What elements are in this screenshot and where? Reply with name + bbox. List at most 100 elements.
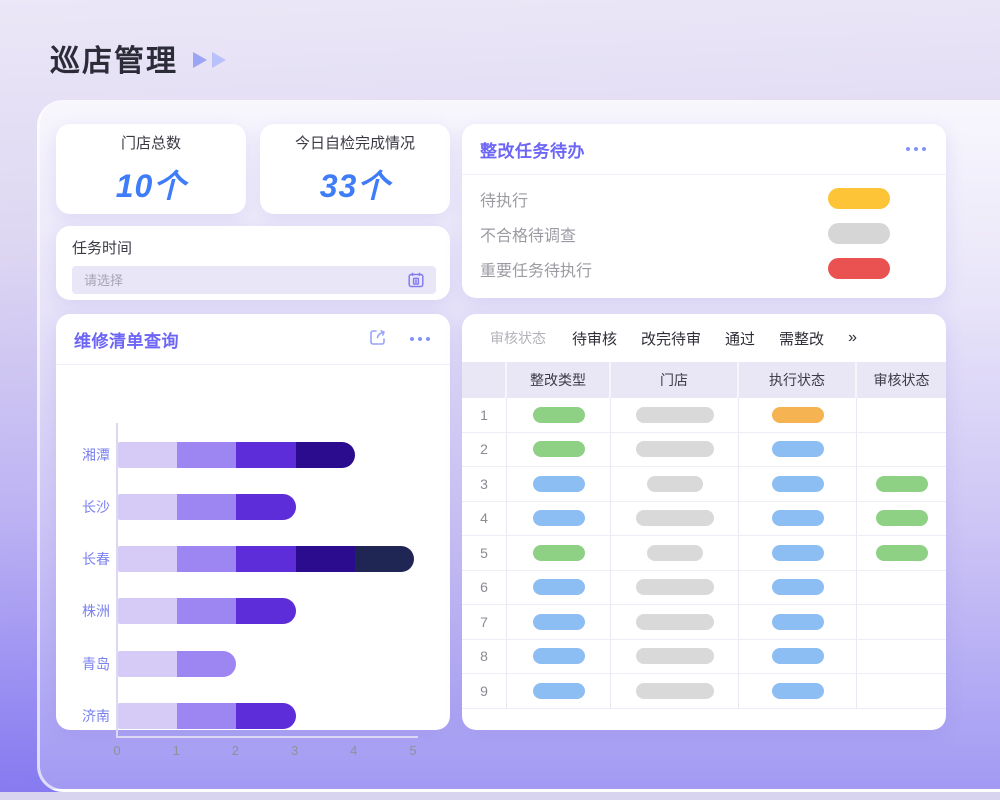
status-pill: [772, 683, 824, 699]
column-header: [462, 362, 507, 398]
bar-segment: [118, 546, 177, 572]
table-cell: [857, 433, 946, 468]
row-number: 3: [462, 467, 507, 502]
stacked-bar[interactable]: [118, 598, 296, 624]
stat-value: 10个: [116, 161, 187, 207]
todo-label: 不合格待调查: [480, 222, 576, 246]
column-header: 门店: [611, 362, 739, 398]
bar-segment: [177, 703, 236, 729]
category-label: 长沙: [66, 497, 110, 517]
todo-label: 重要任务待执行: [480, 257, 592, 281]
table-row[interactable]: 7: [462, 605, 946, 640]
status-pill: [533, 614, 585, 630]
share-icon[interactable]: [366, 325, 390, 354]
task-time-label: 任务时间: [72, 237, 436, 258]
status-pill: [772, 545, 824, 561]
placeholder-pill: [647, 476, 703, 492]
table-cell: [507, 571, 611, 606]
more-icon[interactable]: [906, 147, 926, 151]
category-label: 济南: [66, 706, 110, 726]
stacked-bar[interactable]: [118, 546, 414, 572]
table-cell: [857, 640, 946, 675]
row-number: 1: [462, 398, 507, 433]
table-row[interactable]: 4: [462, 502, 946, 537]
status-pill: [772, 614, 824, 630]
filter-tab-2[interactable]: 改完待审: [641, 328, 701, 349]
table-cell: [857, 536, 946, 571]
row-number: 5: [462, 536, 507, 571]
table-cell: [507, 502, 611, 537]
bar-segment: [355, 546, 414, 572]
table-row[interactable]: 9: [462, 674, 946, 709]
status-pill: [876, 476, 928, 492]
bar-segment: [177, 546, 236, 572]
filter-tab-3[interactable]: 通过: [725, 328, 755, 349]
bottom-strip: [0, 792, 1000, 800]
table-row[interactable]: 5: [462, 536, 946, 571]
placeholder-pill: [636, 683, 714, 699]
bar-segment: [118, 651, 177, 677]
bar-segment: [118, 442, 177, 468]
todo-card-title: 整改任务待办: [480, 137, 585, 162]
bar-segment: [177, 598, 236, 624]
placeholder-pill: [636, 441, 714, 457]
table-cell: [507, 674, 611, 709]
table-row[interactable]: 1: [462, 398, 946, 433]
column-header: 执行状态: [739, 362, 857, 398]
task-time-card: 任务时间: [56, 226, 450, 300]
row-number: 4: [462, 502, 507, 537]
stat-label: 门店总数: [121, 132, 181, 153]
bar-segment: [236, 598, 295, 624]
bar-segment: [236, 442, 295, 468]
tabs-more-icon[interactable]: »: [848, 329, 857, 347]
x-tick-label: 0: [113, 743, 120, 758]
placeholder-pill: [636, 579, 714, 595]
stacked-bar[interactable]: [118, 494, 296, 520]
table-cell: [739, 502, 857, 537]
table-row[interactable]: 2: [462, 433, 946, 468]
table-cell: [611, 571, 739, 606]
stacked-bar[interactable]: [118, 651, 236, 677]
table-cell: [739, 467, 857, 502]
stacked-bar[interactable]: [118, 442, 355, 468]
category-label: 青岛: [66, 654, 110, 674]
table-header: 整改类型门店执行状态审核状态: [462, 362, 946, 398]
status-pill: [533, 579, 585, 595]
table-cell: [857, 398, 946, 433]
stacked-bar[interactable]: [118, 703, 296, 729]
status-pill: [772, 441, 824, 457]
status-pill: [876, 545, 928, 561]
task-time-input[interactable]: [72, 266, 436, 294]
todo-label: 待执行: [480, 187, 528, 211]
table-row[interactable]: 8: [462, 640, 946, 675]
table-cell: [739, 398, 857, 433]
filter-tab-1[interactable]: 待审核: [572, 328, 617, 349]
more-icon[interactable]: [410, 337, 430, 341]
table-row[interactable]: 6: [462, 571, 946, 606]
x-tick-label: 2: [232, 743, 239, 758]
status-pill: [533, 510, 585, 526]
repair-bar-chart: 湘潭长沙长春株洲青岛济南012345: [56, 365, 450, 729]
bar-segment: [296, 442, 355, 468]
page-title: 巡店管理: [50, 36, 178, 80]
row-number: 2: [462, 433, 507, 468]
table-cell: [507, 536, 611, 571]
bar-segment: [236, 546, 295, 572]
status-pill: [772, 648, 824, 664]
chart-y-axis: [116, 423, 118, 738]
filter-tab-4[interactable]: 需整改: [779, 328, 824, 349]
calendar-icon[interactable]: [406, 270, 426, 295]
status-pill: [533, 545, 585, 561]
bar-segment: [236, 494, 295, 520]
bar-segment: [236, 703, 295, 729]
table-cell: [611, 433, 739, 468]
page-header: 巡店管理: [50, 36, 227, 80]
table-cell: [507, 467, 611, 502]
table-cell: [611, 674, 739, 709]
placeholder-pill: [636, 648, 714, 664]
table-row[interactable]: 3: [462, 467, 946, 502]
x-tick-label: 3: [291, 743, 298, 758]
table-cell: [611, 467, 739, 502]
status-pill: [533, 441, 585, 457]
placeholder-pill: [636, 614, 714, 630]
